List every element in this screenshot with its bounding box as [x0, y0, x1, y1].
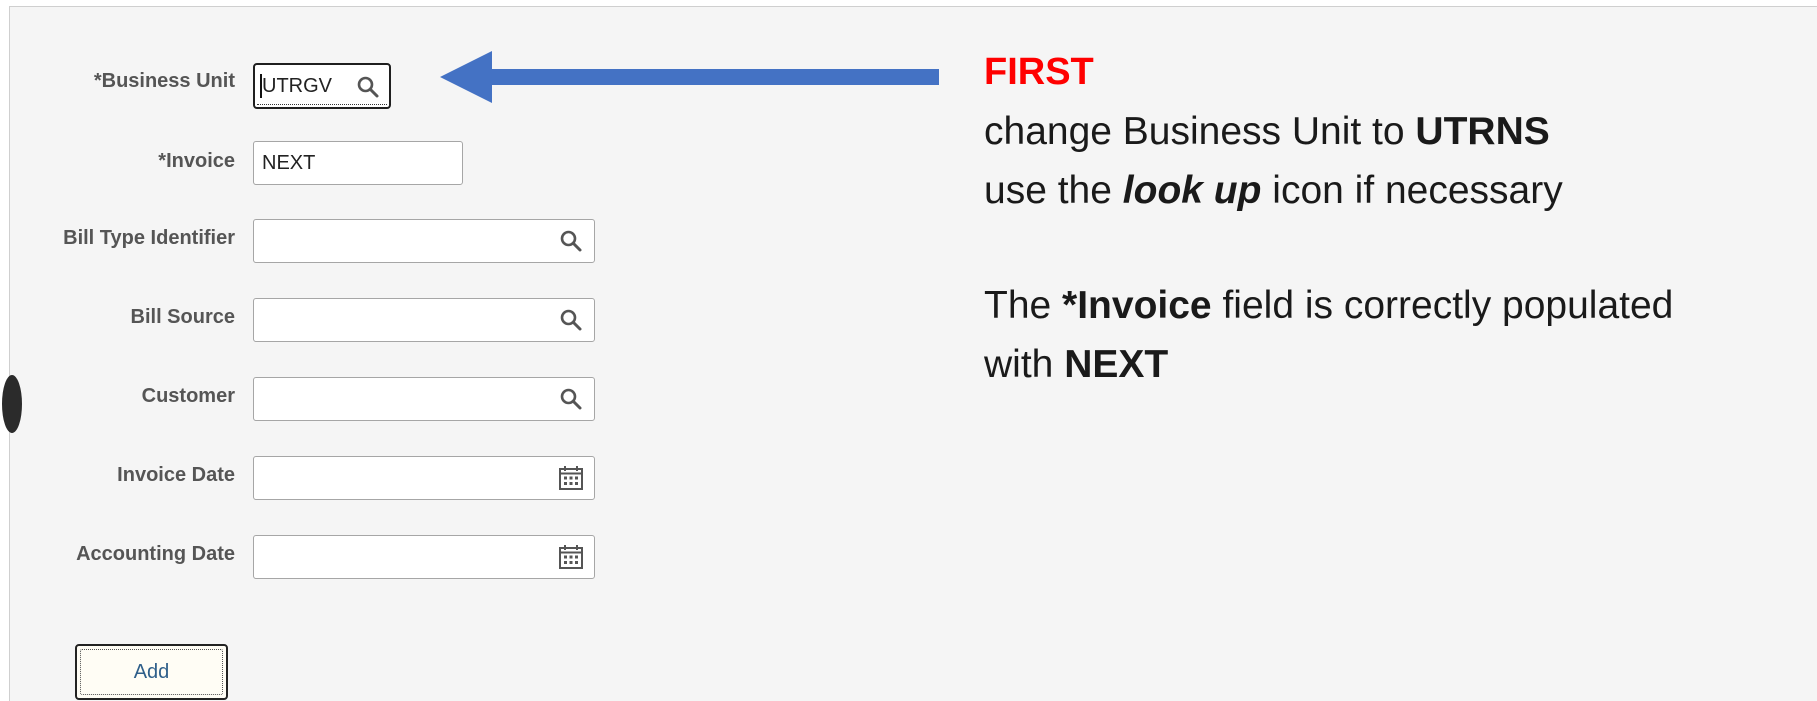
business-unit-value: UTRGV [262, 75, 332, 97]
bill-type-identifier-label: Bill Type Identifier [63, 227, 235, 249]
accounting-date-label: Accounting Date [76, 543, 235, 565]
instruction-line-4-value: NEXT [1064, 343, 1169, 386]
form-panel: *Business Unit *Invoice Bill Type Identi… [2, 6, 1817, 701]
invoice-input[interactable]: NEXT [253, 141, 463, 185]
instruction-line-4-pre: with [984, 343, 1065, 386]
instruction-line-2-post: icon if necessary [1261, 169, 1563, 212]
instruction-line-4: with NEXT [984, 343, 1168, 387]
instruction-line-3: The *Invoice field is correctly populate… [984, 284, 1673, 328]
focus-outline [257, 103, 387, 105]
instruction-line-1-value: UTRNS [1415, 110, 1550, 153]
customer-label: Customer [141, 385, 235, 407]
instruction-line-1-text: change Business Unit to [984, 110, 1416, 153]
instruction-line-3-field: *Invoice [1062, 284, 1212, 327]
instruction-first: FIRST [984, 51, 1094, 93]
invoice-date-input[interactable] [253, 456, 595, 500]
customer-input[interactable] [253, 377, 595, 421]
bill-source-label: Bill Source [130, 306, 235, 328]
search-icon[interactable] [558, 307, 584, 333]
business-unit-label: *Business Unit [93, 70, 235, 92]
instruction-line-2: use the look up icon if necessary [984, 169, 1563, 213]
edge-shadow [2, 375, 22, 433]
invoice-label: *Invoice [158, 150, 235, 172]
calendar-icon[interactable] [558, 465, 584, 491]
invoice-date-label: Invoice Date [117, 464, 235, 486]
search-icon[interactable] [558, 228, 584, 254]
bill-source-input[interactable] [253, 298, 595, 342]
pointer-arrow [440, 51, 939, 103]
instruction-line-3-pre: The [984, 284, 1063, 327]
search-icon[interactable] [558, 386, 584, 412]
accounting-date-input[interactable] [253, 535, 595, 579]
calendar-icon[interactable] [558, 544, 584, 570]
business-unit-input[interactable]: UTRGV [253, 63, 391, 109]
bill-type-identifier-input[interactable] [253, 219, 595, 263]
instruction-line-2-emphasis: look up [1122, 169, 1262, 212]
add-button[interactable]: Add [75, 644, 228, 700]
search-icon[interactable] [355, 74, 381, 100]
instruction-line-2-pre: use the [984, 169, 1123, 212]
invoice-value: NEXT [262, 152, 316, 174]
instruction-line-3-post: field is correctly populated [1211, 284, 1674, 327]
arrow-shape [440, 51, 939, 103]
instruction-line-1: change Business Unit to UTRNS [984, 110, 1550, 154]
